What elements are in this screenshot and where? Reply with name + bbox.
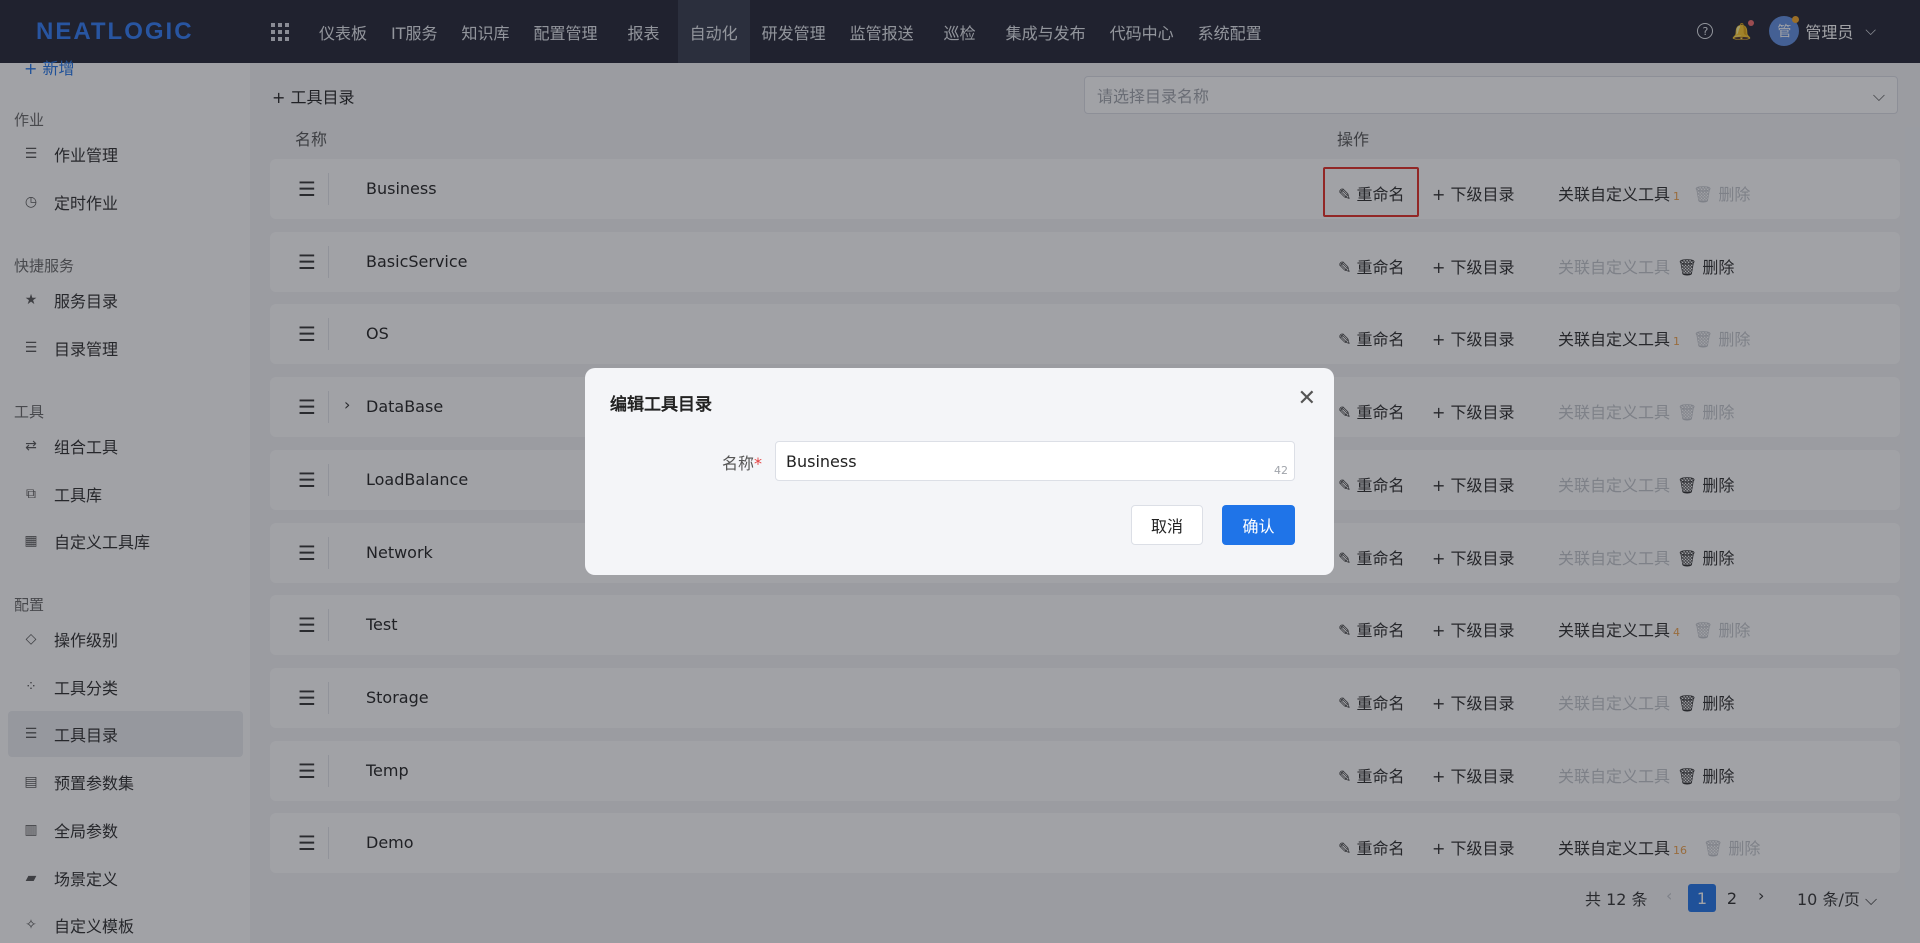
name-label: 名称* [722,450,762,474]
name-input[interactable]: Business 42 [775,441,1295,481]
dialog-title: 编辑工具目录 [610,395,712,415]
close-icon[interactable]: ✕ [1298,386,1316,411]
name-input-value: Business [786,451,857,471]
confirm-button[interactable]: 确认 [1222,505,1295,545]
char-count: 42 [1274,464,1288,477]
cancel-button[interactable]: 取消 [1131,505,1203,545]
edit-catalog-dialog: 编辑工具目录 ✕ 名称* Business 42 取消 确认 [585,368,1334,575]
required-mark: * [754,454,763,473]
name-label-text: 名称 [722,454,755,473]
